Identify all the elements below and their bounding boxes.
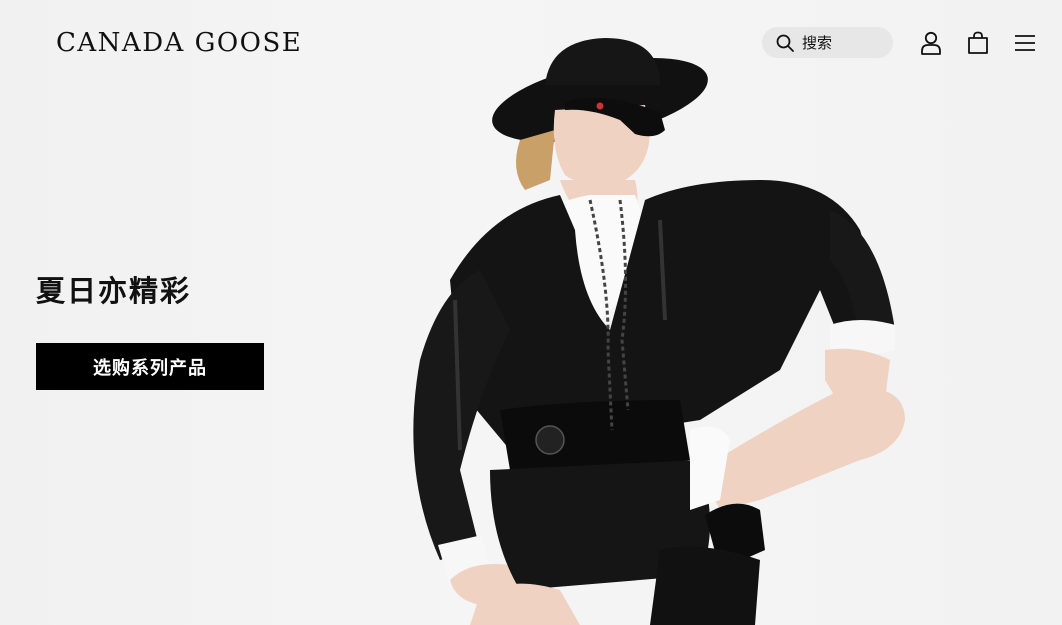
page: CANADA GOOSE 搜索 夏日亦精彩 选购系列产品 [0,0,1062,625]
hero-headline: 夏日亦精彩 [36,274,192,308]
menu-icon[interactable] [1012,30,1038,56]
account-icon[interactable] [918,30,944,56]
shop-collection-button[interactable]: 选购系列产品 [36,343,264,390]
bag-icon[interactable] [965,30,991,56]
brand-logo[interactable]: CANADA GOOSE [56,28,302,58]
hero-model-image [413,38,905,625]
